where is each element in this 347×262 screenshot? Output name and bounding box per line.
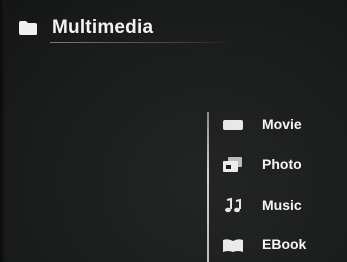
page-title: Multimedia [52, 17, 154, 38]
menu-item-label: Music [262, 197, 302, 213]
menu-item-music[interactable]: Music [218, 193, 346, 219]
page-header: Multimedia [18, 14, 232, 44]
music-icon [222, 197, 244, 215]
menu-item-photo[interactable]: Photo [218, 152, 346, 178]
menu-item-ebook[interactable]: EBook [218, 232, 346, 258]
menu-item-label: Photo [262, 156, 302, 172]
tv-screen: Multimedia Movie Photo Music EBook [0, 0, 347, 262]
header-underline [50, 42, 232, 43]
menu-divider [207, 112, 209, 262]
ebook-icon [222, 236, 244, 254]
screen-bezel [0, 0, 5, 262]
menu-item-movie[interactable]: Movie [218, 112, 346, 138]
menu-item-label: EBook [262, 236, 307, 252]
photo-icon [222, 156, 244, 174]
menu-item-label: Movie [262, 116, 302, 132]
movie-icon [222, 116, 244, 134]
folder-icon [18, 20, 38, 36]
